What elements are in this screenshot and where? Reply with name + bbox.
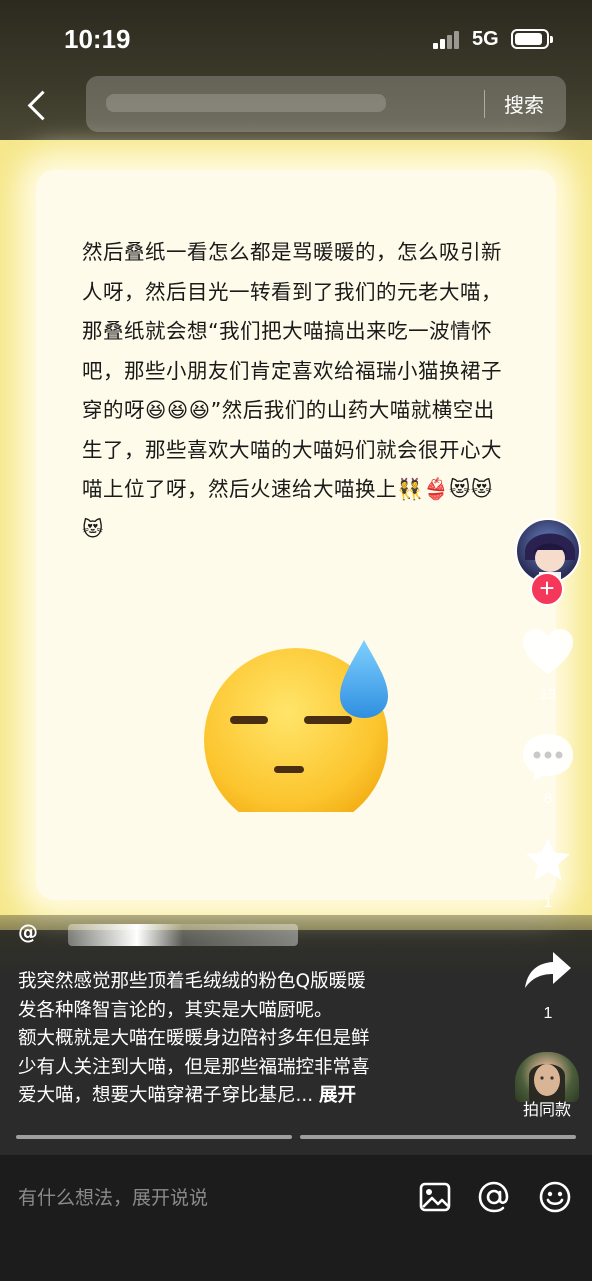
share-count: 1: [543, 1005, 553, 1022]
heart-icon: [523, 629, 573, 674]
author-name-redacted: [68, 924, 298, 946]
status-time: 10:19: [64, 24, 131, 54]
signal-icon: [433, 31, 463, 49]
share-button[interactable]: [518, 950, 578, 994]
share-arrow-icon: [525, 952, 571, 988]
at-mention-icon[interactable]: [477, 1180, 511, 1214]
battery-icon: [511, 29, 553, 49]
caption-line: 少有人关注到大喵，但是那些福瑞控非常喜: [18, 1056, 370, 1078]
like-button[interactable]: [518, 628, 578, 680]
search-query-redacted: [106, 94, 386, 112]
caption-line: 爱大喵，想要大喵穿裙子穿比基尼... 展开: [18, 1082, 438, 1111]
comment-count: 8: [543, 790, 553, 807]
image-icon[interactable]: [418, 1180, 452, 1214]
search-input[interactable]: 搜索: [86, 76, 566, 132]
favorite-count: 1: [543, 894, 553, 911]
post-caption: 我突然感觉那些顶着毛绒绒的粉色Q版暖暖 发各种降智言论的，其实是大喵厨呢。 额大…: [18, 968, 438, 1111]
comment-bar: [0, 1155, 592, 1281]
progress-segment: [300, 1135, 576, 1139]
same-style-avatar[interactable]: [515, 1052, 579, 1102]
star-icon: [526, 838, 570, 880]
caption-line-text: 爱大喵，想要大喵穿裙子穿比基尼...: [18, 1085, 314, 1106]
like-count: 13: [539, 686, 557, 703]
search-divider: [484, 90, 485, 118]
author-at: @: [18, 920, 38, 944]
same-style-button[interactable]: 拍同款: [508, 1096, 586, 1120]
favorite-button[interactable]: [518, 836, 578, 888]
network-type: 5G: [472, 28, 499, 50]
caption-line: 额大概就是大喵在暖暖身边陪衬多年但是鲜: [18, 1028, 370, 1049]
search-button[interactable]: 搜索: [504, 89, 544, 118]
comment-button[interactable]: [518, 732, 578, 786]
author-name[interactable]: @: [18, 920, 318, 950]
back-button[interactable]: [18, 80, 58, 130]
caption-line: 发各种降智言论的，其实是大喵厨呢。: [18, 999, 333, 1021]
comment-input[interactable]: 有什么想法，展开说说: [18, 1182, 398, 1214]
caption-line: 我突然感觉那些顶着毛绒绒的粉色Q版暖暖: [18, 971, 366, 992]
emoji-icon[interactable]: [538, 1180, 572, 1214]
post-image-text: 然后叠纸一看怎么都是骂暖暖的，怎么吸引新人呀，然后目光一转看到了我们的元老大喵，…: [82, 240, 502, 541]
progress-segment: [16, 1135, 292, 1139]
expand-button[interactable]: 展开: [319, 1085, 356, 1106]
downcast-face-with-sweat-icon: [204, 640, 388, 812]
comment-bubble-icon: [523, 734, 573, 781]
follow-button[interactable]: +: [530, 572, 564, 606]
